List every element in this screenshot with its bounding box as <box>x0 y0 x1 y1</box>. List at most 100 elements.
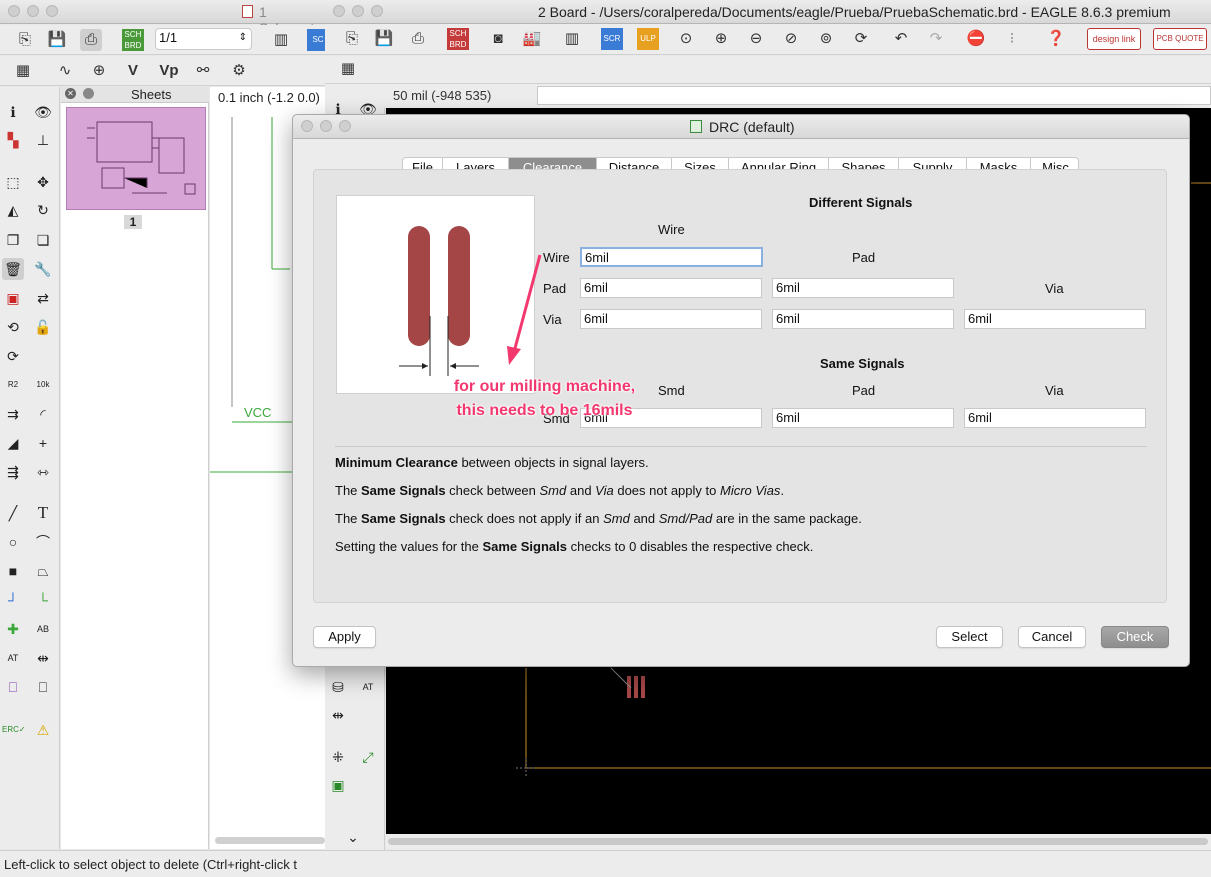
help-icon[interactable]: ❓ <box>1045 28 1067 50</box>
dimension-icon[interactable]: ⇹ <box>32 647 54 669</box>
pcb-quote-button[interactable]: PCB QUOTE <box>1153 28 1207 50</box>
optimize-icon[interactable]: + <box>32 432 54 454</box>
bus-icon[interactable]: ┘ <box>2 589 24 611</box>
script-icon[interactable]: SCR <box>601 28 623 50</box>
sch-brd-switch-icon[interactable]: SCH BRD <box>122 29 144 51</box>
junction-icon[interactable]: ✚ <box>2 618 24 640</box>
open-icon[interactable]: ⎘ <box>341 28 363 50</box>
mirror-icon[interactable]: ◭ <box>2 199 24 221</box>
vp-icon[interactable]: Vp <box>158 60 180 82</box>
grid-icon[interactable]: ▦ <box>12 60 34 82</box>
board-scrollbar-h[interactable] <box>386 834 1211 850</box>
window-controls[interactable] <box>333 5 390 20</box>
copy-icon[interactable]: ❐ <box>2 229 24 251</box>
lock-icon[interactable]: 🔓 <box>32 316 54 338</box>
scrollbar-thumb[interactable] <box>388 838 1208 845</box>
slice-icon[interactable]: ◢ <box>2 432 24 454</box>
ratsnest-icon[interactable]: ⁜ <box>327 746 349 768</box>
mark-icon[interactable]: ⊥ <box>32 129 54 151</box>
print-icon[interactable]: ⎙ <box>80 29 102 51</box>
grid-icon[interactable]: ▦ <box>337 58 359 80</box>
attribute-icon[interactable]: AT <box>2 647 24 669</box>
inspect-icon[interactable]: ⊕ <box>88 60 110 82</box>
line-icon[interactable]: ╱ <box>2 502 24 524</box>
module-icon[interactable]: ⎕ <box>32 676 54 698</box>
go-icon[interactable]: ⁝ <box>1001 28 1023 50</box>
redo-icon[interactable]: ↷ <box>925 28 947 50</box>
add-part-icon[interactable]: ▣ <box>2 287 24 309</box>
cancel-button[interactable]: Cancel <box>1018 626 1086 648</box>
polygon-icon[interactable]: ⏢ <box>32 560 54 582</box>
miter-icon[interactable]: ◜ <box>32 403 54 425</box>
via-via-input[interactable]: 6mil <box>964 309 1146 329</box>
page-selector[interactable]: 1/1 ⇕ <box>155 28 252 50</box>
dimension-icon[interactable]: ⇹ <box>327 704 349 726</box>
circle-icon[interactable]: ○ <box>2 531 24 553</box>
smd-via-input[interactable]: 6mil <box>964 408 1146 428</box>
ulp-icon[interactable]: ULP <box>637 28 659 50</box>
info-icon[interactable]: ℹ <box>2 101 24 123</box>
label-icon[interactable]: AB <box>32 618 54 640</box>
drc-icon[interactable]: ▣ <box>327 774 349 796</box>
pad-pad-input[interactable]: 6mil <box>772 278 954 298</box>
arc-icon[interactable]: ⌒ <box>32 531 54 553</box>
open-icon[interactable]: ⎘ <box>14 29 36 51</box>
window-controls[interactable] <box>8 5 65 20</box>
text-icon[interactable]: T <box>32 502 54 524</box>
name-icon[interactable]: R2 <box>2 374 24 396</box>
invoke-icon[interactable]: ⟳ <box>2 345 24 367</box>
sheet-thumbnail[interactable] <box>66 107 206 210</box>
cam-icon[interactable]: ◙ <box>487 28 509 50</box>
print-icon[interactable]: ⎙ <box>407 28 429 50</box>
paste-icon[interactable]: ❏ <box>32 229 54 251</box>
redraw-icon[interactable]: ⟳ <box>850 28 872 50</box>
save-icon[interactable]: 💾 <box>46 29 68 51</box>
move-icon[interactable]: ✥ <box>32 171 54 193</box>
value-icon[interactable]: V <box>122 60 144 82</box>
swap-gate-icon[interactable]: ⟲ <box>2 316 24 338</box>
brd-sch-switch-icon[interactable]: SCH BRD <box>447 28 469 50</box>
split-icon[interactable]: ⇉ <box>2 403 24 425</box>
layer-palette-icon[interactable]: ▥ <box>270 29 292 51</box>
warning-icon[interactable]: ⚠ <box>32 719 54 741</box>
via-pad-input[interactable]: 6mil <box>772 309 954 329</box>
pad-wire-input[interactable]: 6mil <box>580 278 762 298</box>
gateswap-icon[interactable]: ⇿ <box>32 461 54 483</box>
scrollbar-h[interactable] <box>215 837 325 844</box>
layer-stack-icon[interactable]: ⛁ <box>327 676 349 698</box>
layer-display-icon[interactable]: ▚ <box>2 129 24 151</box>
attribute-icon[interactable]: AT <box>357 676 379 698</box>
pinswap-icon[interactable]: ⇶ <box>2 461 24 483</box>
zoom-select-icon[interactable]: ⊘ <box>780 28 802 50</box>
rect-icon[interactable]: ■ <box>2 560 24 582</box>
apply-button[interactable]: Apply <box>313 626 376 648</box>
designlink-button[interactable]: design link <box>1087 28 1141 50</box>
show-icon[interactable]: 👁 <box>32 101 54 123</box>
via-wire-input[interactable]: 6mil <box>580 309 762 329</box>
restore-icon[interactable] <box>83 88 94 99</box>
wrench-icon[interactable]: 🔧 <box>32 258 54 280</box>
zoom-fit-icon[interactable]: ⊙ <box>675 28 697 50</box>
replace-icon[interactable]: ⇄ <box>32 287 54 309</box>
autorouter-icon[interactable]: ⤢ <box>357 746 379 768</box>
net-icon[interactable]: └ <box>32 589 54 611</box>
stop-icon[interactable]: ⛔ <box>965 28 987 50</box>
gear-icon[interactable]: ⚙ <box>228 60 250 82</box>
value-tool-icon[interactable]: 10k <box>32 374 54 396</box>
zoom-area-icon[interactable]: ⊚ <box>815 28 837 50</box>
manufacturing-icon[interactable]: 🏭 <box>521 28 543 50</box>
rotate-icon[interactable]: ↻ <box>32 199 54 221</box>
select-icon[interactable]: ⬚ <box>2 171 24 193</box>
waveform-icon[interactable]: ∿ <box>54 60 76 82</box>
undo-icon[interactable]: ↶ <box>890 28 912 50</box>
smd-pad-input[interactable]: 6mil <box>772 408 954 428</box>
delete-icon[interactable]: 🗑 <box>2 258 24 280</box>
link-icon[interactable]: ⚯ <box>192 60 214 82</box>
command-input[interactable] <box>537 86 1211 105</box>
save-icon[interactable]: 💾 <box>373 28 395 50</box>
close-icon[interactable]: ✕ <box>65 88 76 99</box>
wire-wire-input[interactable]: 6mil <box>580 247 763 267</box>
layer-palette-icon[interactable]: ▥ <box>561 28 583 50</box>
check-button[interactable]: Check <box>1101 626 1169 648</box>
frame-icon[interactable]: ⎕ <box>2 676 24 698</box>
